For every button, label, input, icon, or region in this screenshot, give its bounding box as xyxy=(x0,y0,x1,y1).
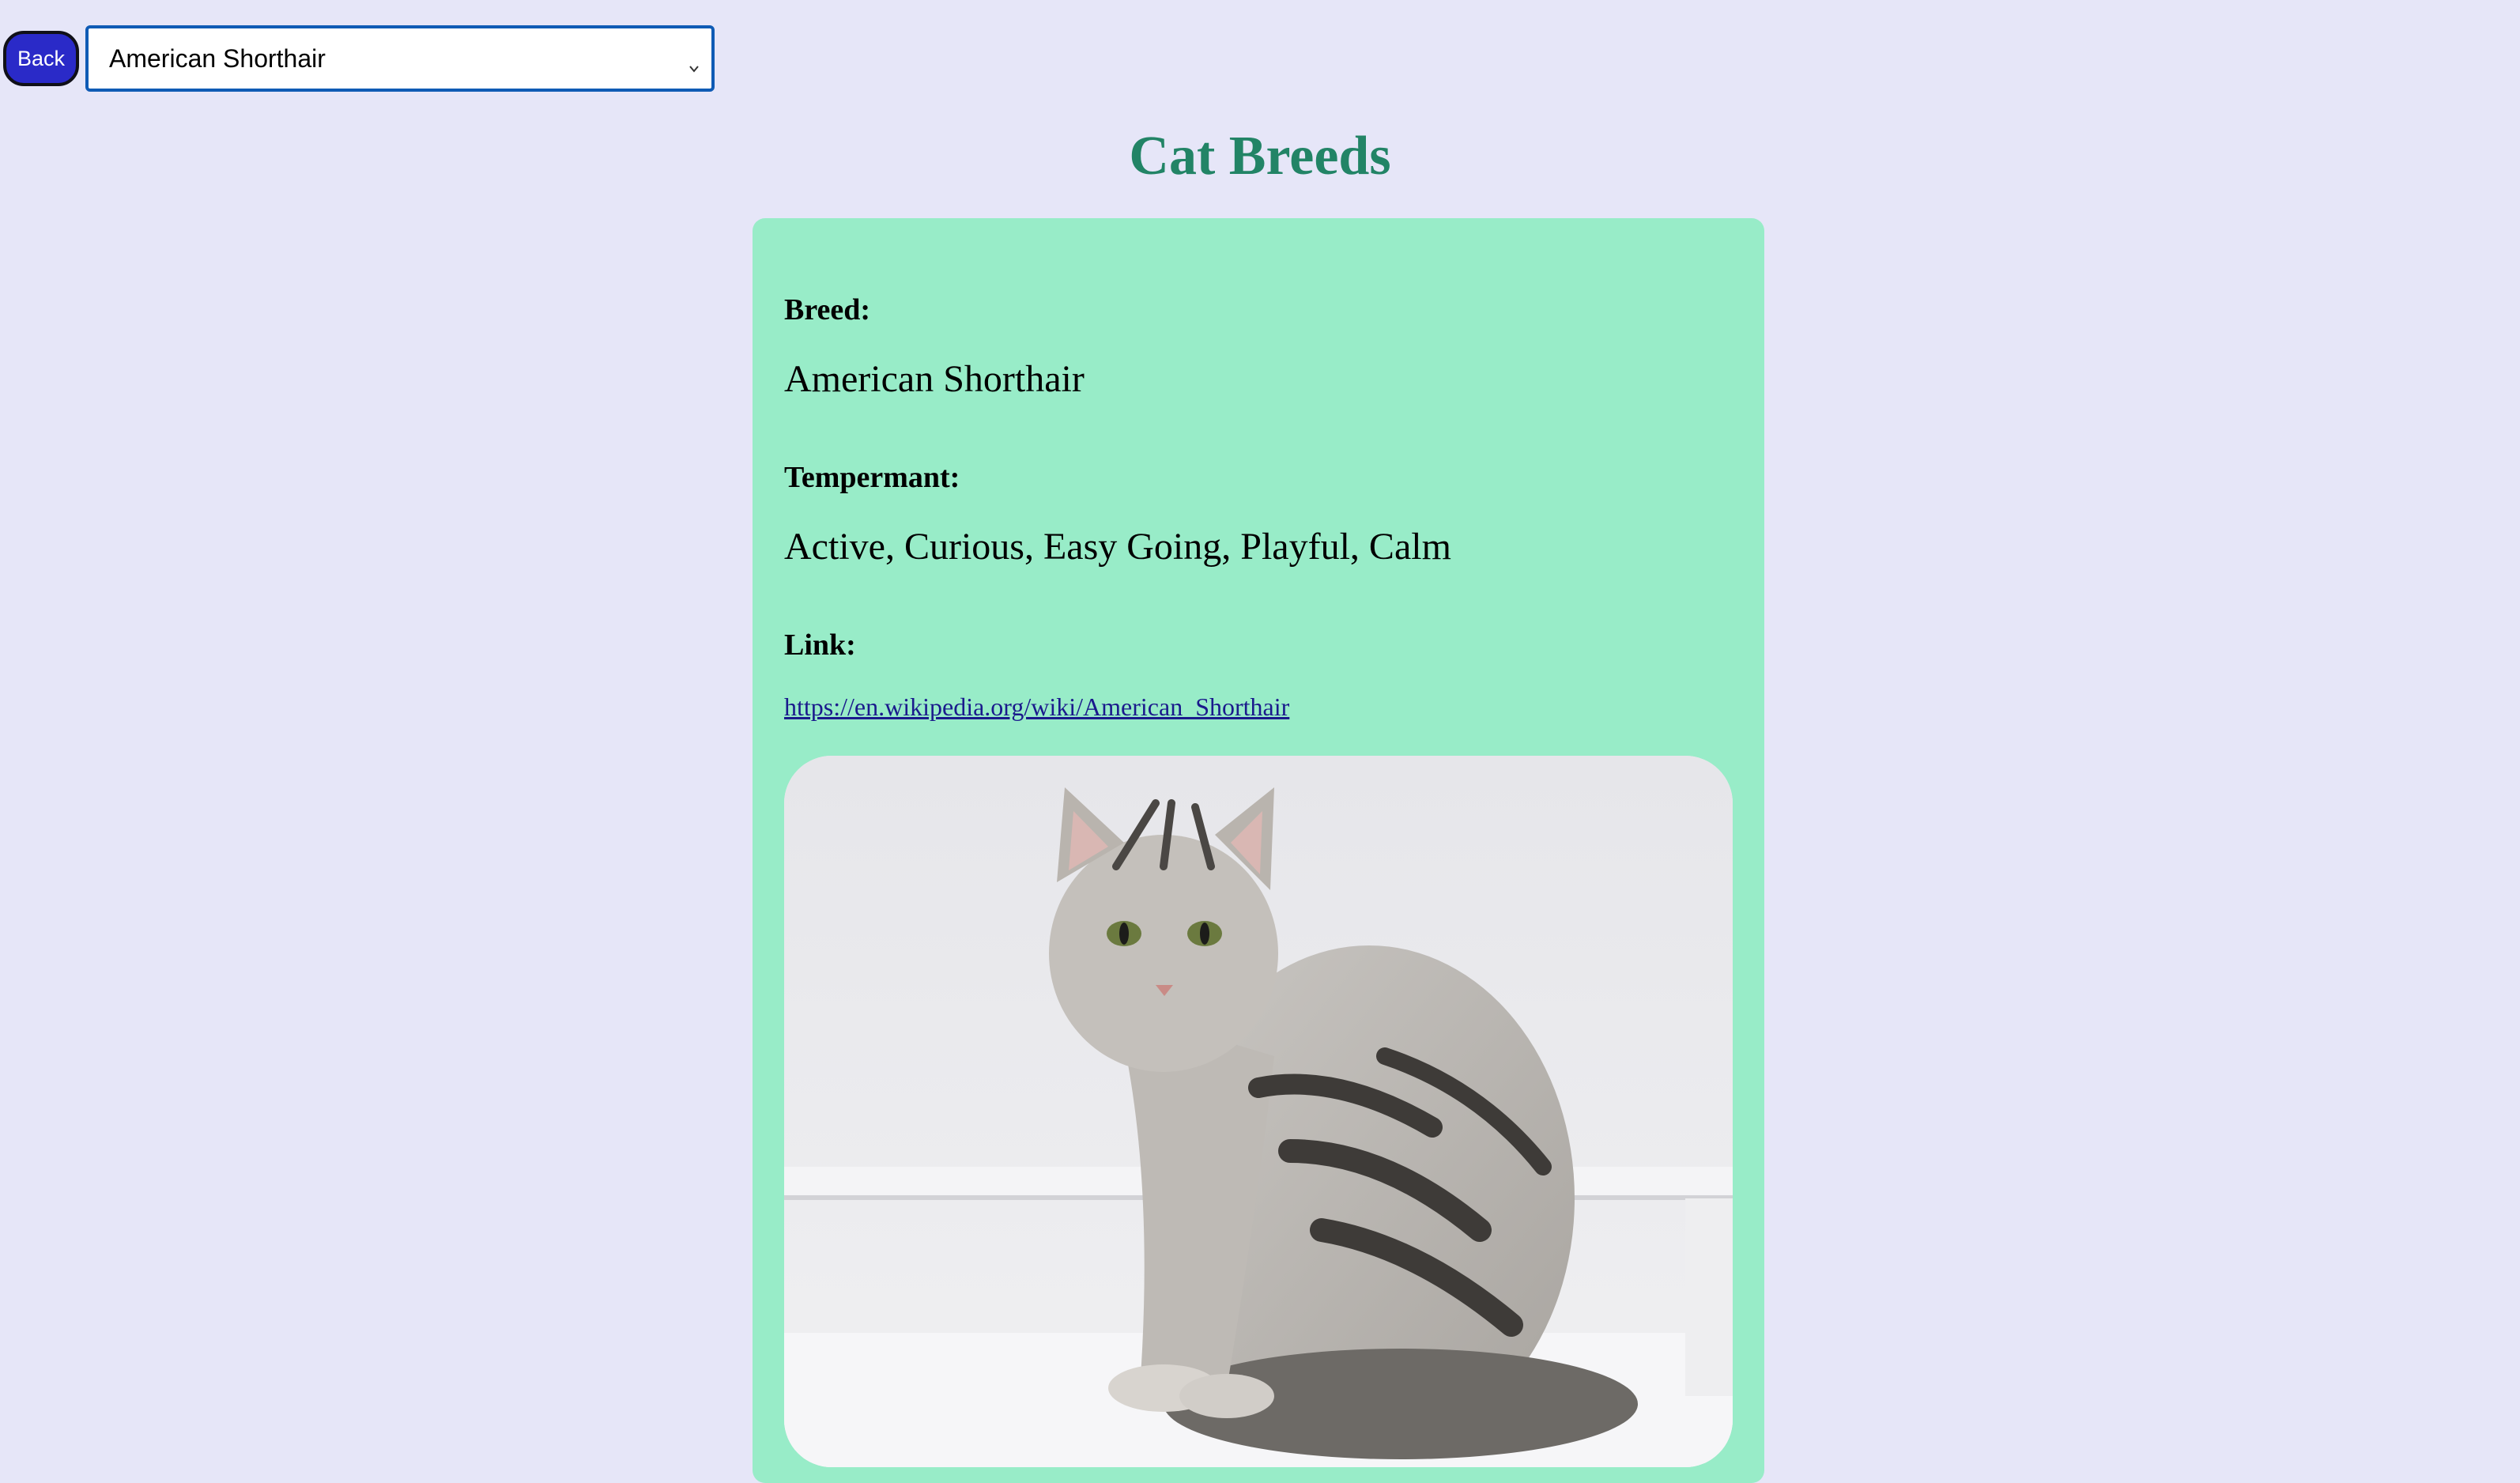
breed-select-value: American Shorthair xyxy=(109,43,326,73)
breed-card: Breed: American Shorthair Tempermant: Ac… xyxy=(753,218,1764,1483)
link-label: Link: xyxy=(784,628,856,662)
temperament-value: Active, Curious, Easy Going, Playful, Ca… xyxy=(784,526,1451,568)
breed-value: American Shorthair xyxy=(784,358,1085,400)
chevron-down-icon xyxy=(688,52,700,73)
cat-photo xyxy=(784,756,1733,1467)
top-toolbar: Back American Shorthair xyxy=(3,25,715,92)
back-button[interactable]: Back xyxy=(3,31,79,86)
breed-label: Breed: xyxy=(784,293,871,326)
page-title: Cat Breeds xyxy=(1129,126,1391,187)
breed-select[interactable]: American Shorthair xyxy=(85,25,715,92)
wikipedia-link[interactable]: https://en.wikipedia.org/wiki/American_S… xyxy=(784,692,1289,722)
temperament-label: Tempermant: xyxy=(784,461,960,494)
